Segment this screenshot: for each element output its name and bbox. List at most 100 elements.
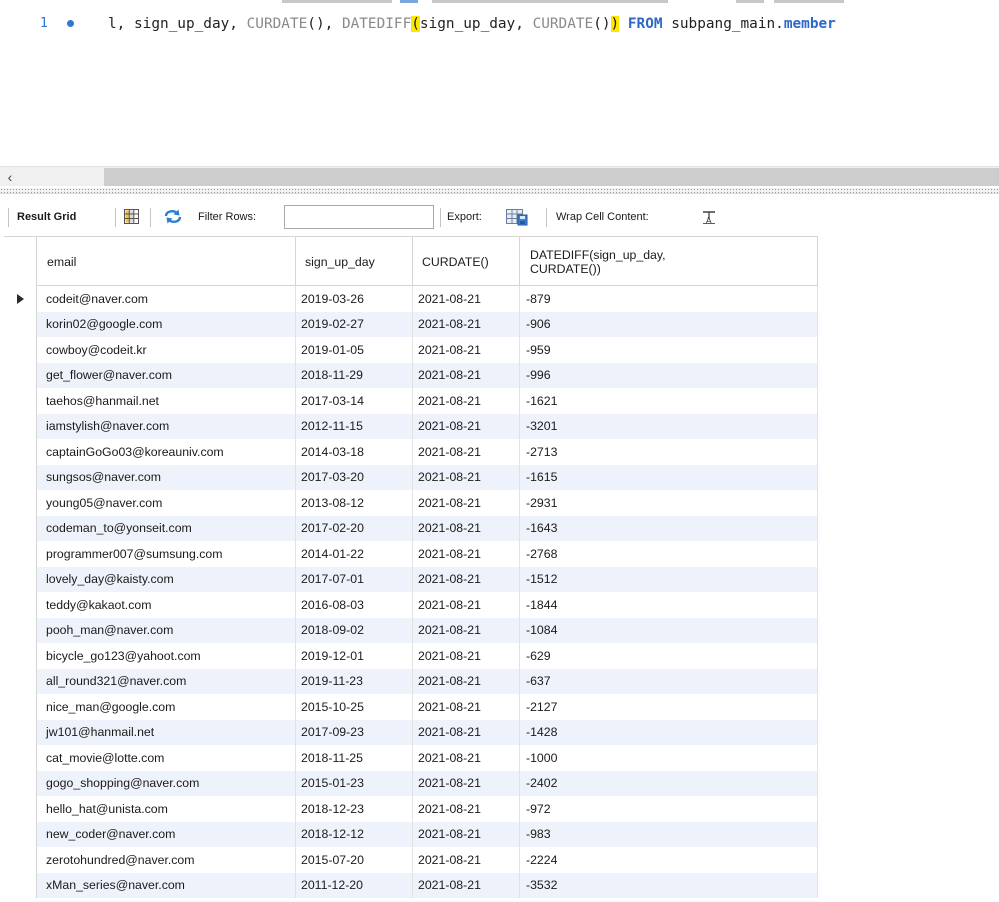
row-selector[interactable] xyxy=(4,566,37,592)
cell-curdate[interactable]: 2021-08-21 xyxy=(413,311,520,337)
cell-sign-up-day[interactable]: 2019-03-26 xyxy=(296,286,413,312)
table-row[interactable]: young05@naver.com 2013-08-12 2021-08-21 -29… xyxy=(4,490,818,516)
scrollbar-thumb[interactable] xyxy=(104,168,999,186)
cell-datediff[interactable]: -879 xyxy=(520,286,818,312)
table-row[interactable]: cowboy@codeit.kr 2019-01-05 2021-08-21 -959 xyxy=(4,337,818,363)
cell-datediff[interactable]: -1844 xyxy=(520,592,818,618)
row-selector[interactable] xyxy=(4,311,37,337)
cell-datediff[interactable]: -1643 xyxy=(520,515,818,541)
cell-curdate[interactable]: 2021-08-21 xyxy=(413,668,520,694)
row-selector[interactable] xyxy=(4,592,37,618)
table-row[interactable]: get_flower@naver.com 2018-11-29 2021-08-21… xyxy=(4,362,818,388)
filter-rows-input[interactable] xyxy=(284,205,434,229)
cell-email[interactable]: codeman_to@yonseit.com xyxy=(37,515,296,541)
cell-curdate[interactable]: 2021-08-21 xyxy=(413,286,520,312)
row-selector[interactable] xyxy=(4,643,37,669)
cell-email[interactable]: iamstylish@naver.com xyxy=(37,413,296,439)
cell-curdate[interactable]: 2021-08-21 xyxy=(413,490,520,516)
table-row[interactable]: nice_man@google.com 2015-10-25 2021-08-21-… xyxy=(4,694,818,720)
cell-email[interactable]: sungsos@naver.com xyxy=(37,464,296,490)
refresh-arrows-icon[interactable] xyxy=(163,208,183,228)
cell-email[interactable]: lovely_day@kaisty.com xyxy=(37,566,296,592)
table-row[interactable]: codeit@naver.com 2019-03-26 2021-08-21 -879 xyxy=(4,286,818,312)
column-header-sign-up-day[interactable]: sign_up_day xyxy=(296,237,413,286)
cell-datediff[interactable]: -3532 xyxy=(520,872,818,898)
table-row[interactable]: jw101@hanmail.net 2017-09-23 2021-08-21 -14… xyxy=(4,719,818,745)
cell-email[interactable]: korin02@google.com xyxy=(37,311,296,337)
cell-curdate[interactable]: 2021-08-21 xyxy=(413,413,520,439)
cell-email[interactable]: jw101@hanmail.net xyxy=(37,719,296,745)
cell-sign-up-day[interactable]: 2018-11-29 xyxy=(296,362,413,388)
sql-editor[interactable]: 1 l, sign_up_day, CURDATE(), DATEDIFF(si… xyxy=(0,0,999,166)
cell-sign-up-day[interactable]: 2013-08-12 xyxy=(296,490,413,516)
row-selector[interactable] xyxy=(4,796,37,822)
cell-datediff[interactable]: -3201 xyxy=(520,413,818,439)
row-selector[interactable] xyxy=(4,668,37,694)
cell-email[interactable]: all_round321@naver.com xyxy=(37,668,296,694)
table-row[interactable]: zerotohundred@naver.com 2015-07-20 2021-08… xyxy=(4,847,818,873)
cell-sign-up-day[interactable]: 2017-03-14 xyxy=(296,388,413,414)
cell-datediff[interactable]: -637 xyxy=(520,668,818,694)
table-row[interactable]: korin02@google.com 2019-02-27 2021-08-21 -9… xyxy=(4,311,818,337)
result-grid[interactable]: email sign_up_day CURDATE() DATEDIFF(sig… xyxy=(0,236,999,902)
cell-datediff[interactable]: -2224 xyxy=(520,847,818,873)
cell-email[interactable]: cat_movie@lotte.com xyxy=(37,745,296,771)
export-table-icon[interactable] xyxy=(506,206,528,229)
cell-email[interactable]: xMan_series@naver.com xyxy=(37,872,296,898)
cell-sign-up-day[interactable]: 2018-12-23 xyxy=(296,796,413,822)
cell-datediff[interactable]: -996 xyxy=(520,362,818,388)
cell-datediff[interactable]: -959 xyxy=(520,337,818,363)
cell-email[interactable]: zerotohundred@naver.com xyxy=(37,847,296,873)
sql-code-line[interactable]: l, sign_up_day, CURDATE(), DATEDIFF(sign… xyxy=(108,13,836,35)
table-row[interactable]: cat_movie@lotte.com 2018-11-25 2021-08-21-… xyxy=(4,745,818,771)
cell-sign-up-day[interactable]: 2018-12-12 xyxy=(296,821,413,847)
cell-datediff[interactable]: -2931 xyxy=(520,490,818,516)
table-row[interactable]: new_coder@naver.com 2018-12-12 2021-08-21-… xyxy=(4,821,818,847)
wrap-text-icon[interactable]: A xyxy=(702,211,716,227)
row-selector[interactable] xyxy=(4,439,37,465)
row-selector[interactable] xyxy=(4,515,37,541)
table-row[interactable]: iamstylish@naver.com 2012-11-15 2021-08-21… xyxy=(4,413,818,439)
cell-email[interactable]: bicycle_go123@yahoot.com xyxy=(37,643,296,669)
cell-datediff[interactable]: -1615 xyxy=(520,464,818,490)
row-selector[interactable] xyxy=(4,413,37,439)
cell-sign-up-day[interactable]: 2019-01-05 xyxy=(296,337,413,363)
cell-datediff[interactable]: -2768 xyxy=(520,541,818,567)
scroll-left-icon[interactable]: ‹ xyxy=(0,167,20,187)
table-row[interactable]: xMan_series@naver.com 2011-12-20 2021-08-2… xyxy=(4,872,818,898)
cell-datediff[interactable]: -972 xyxy=(520,796,818,822)
cell-email[interactable]: new_coder@naver.com xyxy=(37,821,296,847)
cell-curdate[interactable]: 2021-08-21 xyxy=(413,541,520,567)
cell-email[interactable]: nice_man@google.com xyxy=(37,694,296,720)
row-selector[interactable] xyxy=(4,694,37,720)
cell-datediff[interactable]: -906 xyxy=(520,311,818,337)
cell-datediff[interactable]: -629 xyxy=(520,643,818,669)
row-selector[interactable] xyxy=(4,464,37,490)
column-header-email[interactable]: email xyxy=(37,237,296,286)
row-selector[interactable] xyxy=(4,286,37,312)
table-row[interactable]: captainGoGo03@koreauniv.com 2014-03-18 202… xyxy=(4,439,818,465)
cell-email[interactable]: young05@naver.com xyxy=(37,490,296,516)
row-selector[interactable] xyxy=(4,821,37,847)
column-header-curdate[interactable]: CURDATE() xyxy=(413,237,520,286)
cell-curdate[interactable]: 2021-08-21 xyxy=(413,464,520,490)
row-selector[interactable] xyxy=(4,541,37,567)
cell-curdate[interactable]: 2021-08-21 xyxy=(413,770,520,796)
cell-curdate[interactable]: 2021-08-21 xyxy=(413,796,520,822)
cell-datediff[interactable]: -2402 xyxy=(520,770,818,796)
cell-sign-up-day[interactable]: 2017-09-23 xyxy=(296,719,413,745)
cell-sign-up-day[interactable]: 2019-11-23 xyxy=(296,668,413,694)
cell-datediff[interactable]: -1428 xyxy=(520,719,818,745)
table-row[interactable]: pooh_man@naver.com 2018-09-02 2021-08-21 -1… xyxy=(4,617,818,643)
row-selector[interactable] xyxy=(4,617,37,643)
cell-curdate[interactable]: 2021-08-21 xyxy=(413,745,520,771)
table-row[interactable]: gogo_shopping@naver.com 2015-01-23 2021-08… xyxy=(4,770,818,796)
cell-curdate[interactable]: 2021-08-21 xyxy=(413,566,520,592)
cell-email[interactable]: get_flower@naver.com xyxy=(37,362,296,388)
header-row-selector[interactable] xyxy=(4,237,37,286)
row-selector[interactable] xyxy=(4,337,37,363)
row-selector[interactable] xyxy=(4,847,37,873)
grid-view-icon[interactable] xyxy=(124,209,139,227)
cell-sign-up-day[interactable]: 2016-08-03 xyxy=(296,592,413,618)
row-selector[interactable] xyxy=(4,770,37,796)
